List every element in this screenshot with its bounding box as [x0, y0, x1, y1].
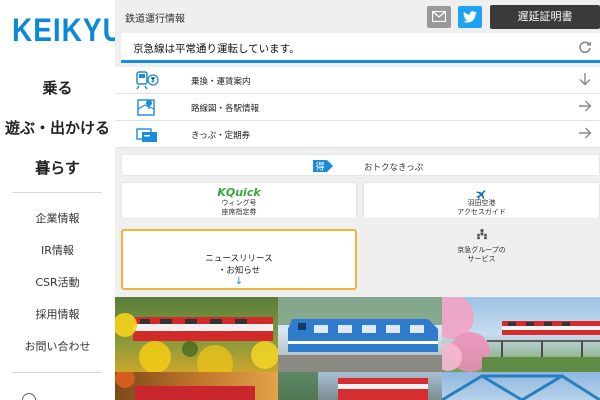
discount-badge-label: 得 [315, 161, 324, 173]
section-title: 鉄道運行情報 [125, 14, 185, 25]
photo-red-train-cherry-blossoms[interactable] [442, 297, 600, 372]
nav-item-ride[interactable]: 乗る [0, 68, 115, 108]
route-map-icon [137, 99, 155, 116]
kquick-logo: KQuick [217, 186, 261, 199]
main-nav: 乗る 遊ぶ・出かける 暮らす [0, 68, 115, 188]
top-bar: 鉄道運行情報 遅延証明書 [115, 0, 600, 33]
service-status-message: 京急線は平常通り運転しています。 [133, 43, 300, 55]
service-status-bar[interactable]: 京急線は平常通り運転しています。 [121, 33, 600, 63]
reload-icon[interactable] [578, 40, 592, 54]
link-tickets-passes[interactable]: きっぷ・定期券 [115, 121, 600, 148]
mail-button[interactable] [427, 6, 451, 28]
photo-art [442, 374, 600, 400]
sidebar-divider [12, 192, 102, 193]
sub-nav: 企業情報 IR情報 CSR活動 採用情報 お問い合わせ [0, 203, 115, 363]
arrow-right-icon [579, 100, 592, 112]
sidebar-divider [12, 372, 102, 373]
group-line-2: サービス [467, 255, 496, 263]
quick-links: 乗換・運賃案内 路線図・各駅情報 きっぷ・定期券 [115, 67, 600, 148]
nav-item-contact[interactable]: お問い合わせ [0, 331, 115, 363]
kquick-line-1: ウィング号 [221, 199, 257, 207]
discount-tickets-card[interactable]: 得 おトクなきっぷ [121, 154, 600, 176]
train-yen-icon [136, 71, 159, 90]
nav-item-recruit[interactable]: 採用情報 [0, 299, 115, 331]
group-people-icon [476, 228, 487, 240]
news-line-1: ニュースリリース [205, 254, 273, 264]
nav-item-play-go-out[interactable]: 遊ぶ・出かける [0, 108, 115, 148]
photo-art [115, 372, 255, 400]
link-transfer-fare[interactable]: 乗換・運賃案内 [115, 67, 600, 94]
twitter-button[interactable] [458, 6, 482, 28]
discount-badge-icon: 得 [313, 160, 333, 173]
haneda-line-2: アクセスガイド [457, 208, 506, 216]
kquick-line-2: 座席指定券 [221, 208, 257, 216]
nav-item-ir-info[interactable]: IR情報 [0, 235, 115, 267]
link-route-map[interactable]: 路線図・各駅情報 [115, 94, 600, 121]
arrow-down-icon [579, 73, 591, 86]
photo-art [278, 372, 428, 400]
haneda-line-1: 羽田空港 [467, 199, 496, 207]
news-release-card[interactable]: ニュースリリース ・お知らせ ↓ [121, 229, 357, 290]
nav-item-csr[interactable]: CSR活動 [0, 267, 115, 299]
kquick-card[interactable]: KQuick ウィング号 座席指定券 [121, 182, 357, 219]
nav-item-living[interactable]: 暮らす [0, 148, 115, 188]
haneda-access-card[interactable]: 羽田空港 アクセスガイド [363, 182, 600, 219]
sidebar: KEIKYU 乗る 遊ぶ・出かける 暮らす 企業情報 IR情報 CSR活動 採用… [0, 0, 123, 400]
photo-train-bridge[interactable] [442, 372, 600, 400]
group-line-1: 京急グループの [457, 246, 506, 254]
twitter-icon [463, 11, 477, 23]
photo-gallery [115, 297, 600, 400]
link-label: 路線図・各駅情報 [191, 104, 260, 114]
nav-item-company-info[interactable]: 企業情報 [0, 203, 115, 235]
keikyu-logo[interactable]: KEIKYU [12, 12, 124, 49]
main-content: 鉄道運行情報 遅延証明書 京急線は平常通り運転しています。 乗換・運賃案内 路線… [115, 0, 600, 400]
delay-certificate-button[interactable]: 遅延証明書 [490, 5, 600, 29]
ticket-icon [136, 128, 157, 142]
discount-tickets-label: おトクなきっぷ [364, 163, 424, 173]
arrow-right-icon [579, 127, 592, 139]
link-label: 乗換・運賃案内 [191, 77, 251, 87]
photo-red-train-autumn[interactable] [115, 372, 278, 400]
globe-icon[interactable] [22, 393, 36, 400]
group-services-link[interactable]: 京急グループの サービス [363, 225, 600, 264]
arrow-down-icon: ↓ [234, 276, 244, 287]
photo-art [278, 297, 442, 372]
photo-red-train-flowers[interactable] [115, 297, 278, 372]
photo-art [115, 313, 278, 372]
photo-blue-train[interactable] [278, 297, 442, 372]
mail-icon [432, 11, 446, 22]
photo-art [442, 297, 600, 372]
photo-train-station[interactable] [278, 372, 442, 400]
link-label: きっぷ・定期券 [191, 131, 251, 141]
